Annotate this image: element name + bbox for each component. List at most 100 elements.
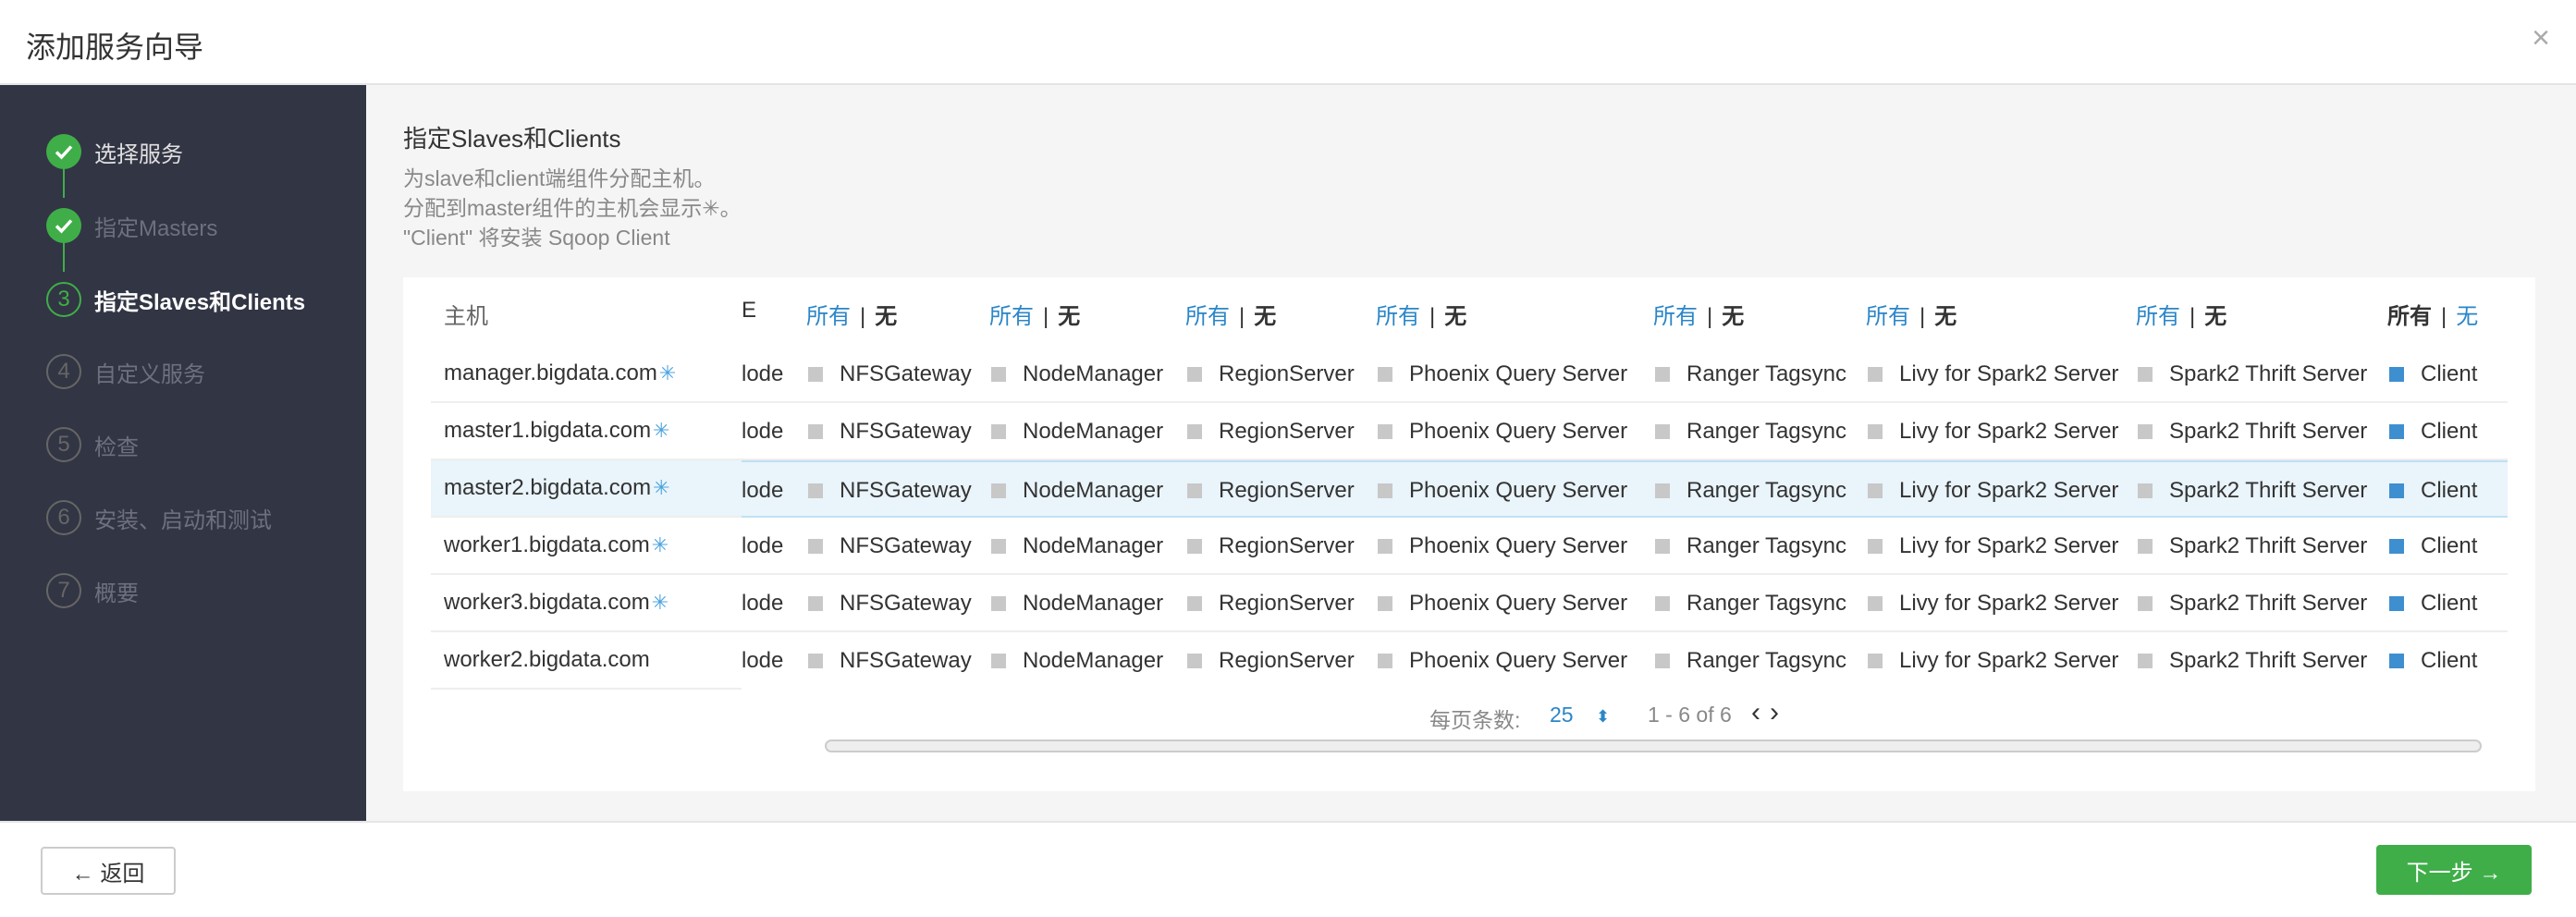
select-all-link[interactable]: 所有 [1653, 304, 1698, 329]
checkbox[interactable] [2389, 596, 2404, 611]
component-checkbox-cell[interactable]: Livy for Spark2 Server [1868, 346, 2118, 403]
component-checkbox-cell[interactable]: NFSGateway [808, 632, 972, 684]
select-none-link[interactable]: 无 [1444, 304, 1466, 329]
select-none-link[interactable]: 无 [1058, 304, 1080, 329]
component-checkbox-cell[interactable]: Ranger Tagsync [1655, 575, 1846, 632]
select-none-link[interactable]: 无 [2456, 304, 2478, 329]
back-button[interactable]: ← 返回 [41, 847, 176, 895]
select-all-link[interactable]: 所有 [1185, 304, 1230, 329]
component-checkbox-cell[interactable]: NodeManager [991, 462, 1163, 520]
component-checkbox-cell[interactable]: Client [2389, 462, 2477, 520]
select-none-link[interactable]: 无 [875, 304, 897, 329]
select-all-link[interactable]: 所有 [806, 304, 851, 329]
checkbox[interactable] [991, 483, 1006, 498]
select-all-link[interactable]: 所有 [1376, 304, 1420, 329]
close-icon[interactable]: × [2532, 20, 2550, 56]
next-button[interactable]: 下一步 → [2376, 845, 2532, 895]
component-checkbox-cell[interactable]: Ranger Tagsync [1655, 518, 1846, 575]
component-checkbox-cell[interactable]: Ranger Tagsync [1655, 403, 1846, 460]
checkbox[interactable] [808, 367, 823, 382]
component-checkbox-cell[interactable]: NodeManager [991, 403, 1163, 460]
component-checkbox-cell[interactable]: NFSGateway [808, 575, 972, 632]
checkbox[interactable] [1655, 483, 1670, 498]
component-checkbox-cell[interactable]: Ranger Tagsync [1655, 462, 1846, 520]
component-checkbox-cell[interactable]: RegionServer [1187, 462, 1355, 520]
checkbox[interactable] [991, 539, 1006, 554]
component-checkbox-cell[interactable]: RegionServer [1187, 632, 1355, 684]
checkbox[interactable] [808, 539, 823, 554]
component-checkbox-cell[interactable]: RegionServer [1187, 403, 1355, 460]
checkbox[interactable] [1378, 424, 1392, 439]
checkbox[interactable] [1655, 424, 1670, 439]
component-checkbox-cell[interactable]: Client [2389, 632, 2477, 684]
component-checkbox-cell[interactable]: Livy for Spark2 Server [1868, 403, 2118, 460]
checkbox[interactable] [808, 596, 823, 611]
component-checkbox-cell[interactable]: Phoenix Query Server [1378, 518, 1627, 575]
checkbox[interactable] [2389, 654, 2404, 668]
select-none-link[interactable]: 无 [2204, 304, 2226, 329]
checkbox[interactable] [808, 654, 823, 668]
checkbox[interactable] [1187, 539, 1202, 554]
prev-page-icon[interactable]: ‹ [1751, 697, 1760, 728]
component-checkbox-cell[interactable]: RegionServer [1187, 575, 1355, 632]
checkbox[interactable] [991, 424, 1006, 439]
select-all-link[interactable]: 所有 [989, 304, 1034, 329]
checkbox[interactable] [1868, 367, 1883, 382]
component-checkbox-cell[interactable]: Livy for Spark2 Server [1868, 518, 2118, 575]
checkbox[interactable] [1655, 654, 1670, 668]
checkbox[interactable] [2389, 367, 2404, 382]
checkbox[interactable] [1187, 483, 1202, 498]
checkbox[interactable] [1378, 596, 1392, 611]
checkbox[interactable] [2138, 654, 2153, 668]
checkbox[interactable] [991, 596, 1006, 611]
component-checkbox-cell[interactable]: NFSGateway [808, 518, 972, 575]
component-checkbox-cell[interactable]: Spark2 Thrift Server [2138, 632, 2367, 684]
checkbox[interactable] [1655, 367, 1670, 382]
component-checkbox-cell[interactable]: Client [2389, 346, 2477, 403]
component-checkbox-cell[interactable]: Spark2 Thrift Server [2138, 462, 2367, 520]
component-checkbox-cell[interactable]: Spark2 Thrift Server [2138, 403, 2367, 460]
component-checkbox-cell[interactable]: NodeManager [991, 632, 1163, 684]
component-checkbox-cell[interactable]: Ranger Tagsync [1655, 346, 1846, 403]
checkbox[interactable] [1868, 483, 1883, 498]
select-none-link[interactable]: 无 [1722, 304, 1744, 329]
checkbox[interactable] [2389, 424, 2404, 439]
checkbox[interactable] [1187, 424, 1202, 439]
checkbox[interactable] [2138, 596, 2153, 611]
component-checkbox-cell[interactable]: NodeManager [991, 346, 1163, 403]
component-checkbox-cell[interactable]: Client [2389, 518, 2477, 575]
component-checkbox-cell[interactable]: Client [2389, 575, 2477, 632]
checkbox[interactable] [1378, 539, 1392, 554]
checkbox[interactable] [1868, 424, 1883, 439]
component-columns-scroll-area[interactable]: E 所有 | 无所有 | 无所有 | 无所有 | 无所有 | 无所有 | 无所有 | 无所有 | 无 lode NF… [742, 277, 2508, 684]
checkbox[interactable] [1868, 539, 1883, 554]
component-checkbox-cell[interactable]: Phoenix Query Server [1378, 632, 1627, 684]
checkbox[interactable] [1378, 367, 1392, 382]
component-checkbox-cell[interactable]: Phoenix Query Server [1378, 346, 1627, 403]
component-checkbox-cell[interactable]: Livy for Spark2 Server [1868, 575, 2118, 632]
component-checkbox-cell[interactable]: Client [2389, 403, 2477, 460]
select-none-link[interactable]: 无 [1934, 304, 1957, 329]
component-checkbox-cell[interactable]: Livy for Spark2 Server [1868, 632, 2118, 684]
checkbox[interactable] [2389, 483, 2404, 498]
checkbox[interactable] [1378, 654, 1392, 668]
checkbox[interactable] [1655, 596, 1670, 611]
checkbox[interactable] [2138, 539, 2153, 554]
horizontal-scrollbar[interactable] [825, 740, 2482, 752]
component-checkbox-cell[interactable]: NodeManager [991, 518, 1163, 575]
select-all-link[interactable]: 所有 [2136, 304, 2180, 329]
select-all-link[interactable]: 所有 [1866, 304, 1910, 329]
checkbox[interactable] [991, 654, 1006, 668]
checkbox[interactable] [1187, 367, 1202, 382]
checkbox[interactable] [2138, 483, 2153, 498]
checkbox[interactable] [1868, 654, 1883, 668]
component-checkbox-cell[interactable]: Phoenix Query Server [1378, 462, 1627, 520]
component-checkbox-cell[interactable]: NFSGateway [808, 403, 972, 460]
next-page-icon[interactable]: › [1770, 697, 1779, 728]
checkbox[interactable] [808, 424, 823, 439]
per-page-select[interactable]: 25 ⬍ [1550, 703, 1610, 727]
component-checkbox-cell[interactable]: Spark2 Thrift Server [2138, 346, 2367, 403]
component-checkbox-cell[interactable]: NFSGateway [808, 462, 972, 520]
component-checkbox-cell[interactable]: Phoenix Query Server [1378, 403, 1627, 460]
component-checkbox-cell[interactable]: Livy for Spark2 Server [1868, 462, 2118, 520]
